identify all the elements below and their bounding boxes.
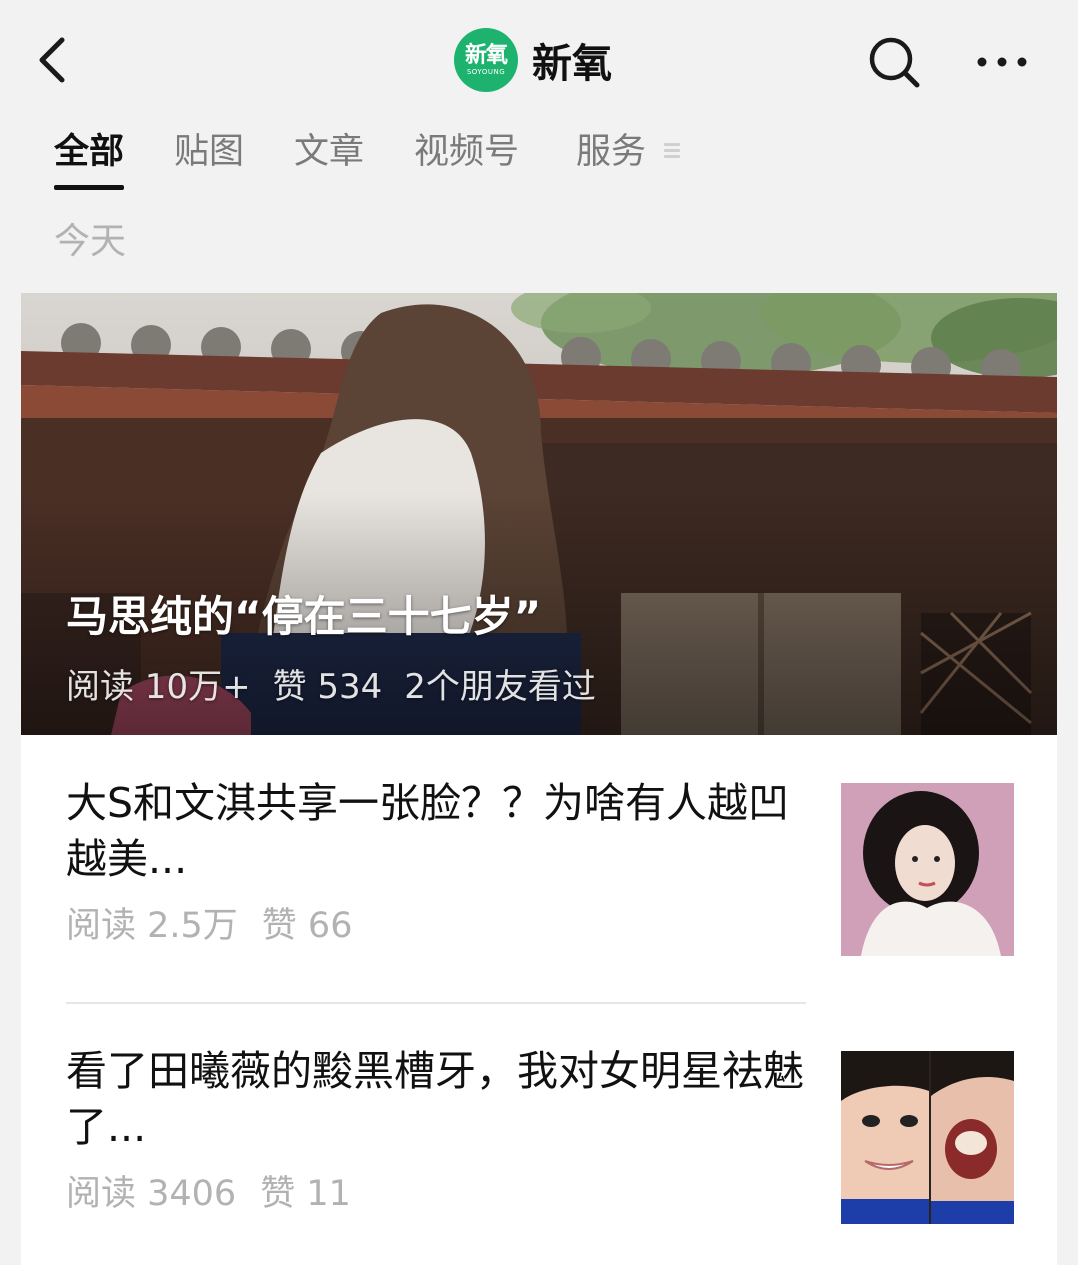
article-item[interactable]: 大S和文淇共享一张脸？？为啥有人越凹越美... 阅读 2.5万赞 66 — [21, 735, 1057, 1004]
back-button[interactable] — [30, 30, 80, 90]
featured-title: 马思纯的“停在三十七岁” — [66, 592, 542, 641]
article-stats: 阅读 2.5万赞 66 — [66, 897, 376, 948]
more-dots-icon — [977, 57, 1027, 67]
tab-menu-icon[interactable] — [664, 140, 680, 162]
article-title: 看了田曦薇的黢黑槽牙，我对女明星祛魅了... — [66, 1047, 804, 1151]
search-button[interactable] — [866, 34, 922, 90]
article-item[interactable]: 看了田曦薇的黢黑槽牙，我对女明星祛魅了... 阅读 3406 赞 11 — [21, 1003, 1057, 1265]
featured-stats: 阅读 10万+ 赞 534 2个朋友看过 — [66, 659, 618, 708]
article-reads: 阅读 3406 — [66, 1174, 237, 1214]
featured-reads: 阅读 10万+ — [66, 667, 251, 707]
article-stats: 阅读 3406 赞 11 — [66, 1165, 375, 1216]
account-name: 新氧 — [532, 41, 612, 87]
article-thumbnail — [841, 1051, 1014, 1224]
article-thumbnail — [841, 783, 1014, 956]
chevron-left-icon — [39, 37, 65, 83]
account-header[interactable]: 新氧 SOYOUNG 新氧 — [454, 28, 612, 92]
article-likes: 赞 11 — [260, 1174, 351, 1214]
top-nav-bar: 新氧 SOYOUNG 新氧 — [0, 0, 1078, 120]
content-tabs: 全部 贴图 文章 视频号 服务 — [0, 120, 1078, 200]
articles-card: 马思纯的“停在三十七岁” 阅读 10万+ 赞 534 2个朋友看过 大S和文淇共享一… — [21, 293, 1057, 1265]
featured-friends: 2个朋友看过 — [404, 667, 596, 707]
account-logo: 新氧 SOYOUNG — [454, 28, 518, 92]
tab-articles[interactable]: 文章 — [294, 128, 364, 188]
tab-all[interactable]: 全部 — [54, 128, 125, 190]
logo-text: 新氧 — [464, 43, 508, 68]
tab-services[interactable]: 服务 — [576, 128, 646, 188]
more-options-button[interactable] — [972, 44, 1032, 80]
logo-subtext: SOYOUNG — [466, 68, 506, 76]
date-group-label: 今天 — [54, 221, 127, 262]
article-reads: 阅读 2.5万 — [66, 906, 238, 946]
search-icon — [869, 37, 920, 88]
featured-likes: 赞 534 — [272, 667, 383, 707]
featured-article[interactable]: 马思纯的“停在三十七岁” 阅读 10万+ 赞 534 2个朋友看过 — [21, 293, 1057, 735]
article-title: 大S和文淇共享一张脸？？为啥有人越凹越美... — [66, 779, 790, 883]
article-likes: 赞 66 — [261, 906, 353, 946]
tab-images[interactable]: 贴图 — [174, 128, 244, 188]
tab-channels[interactable]: 视频号 — [414, 128, 519, 188]
